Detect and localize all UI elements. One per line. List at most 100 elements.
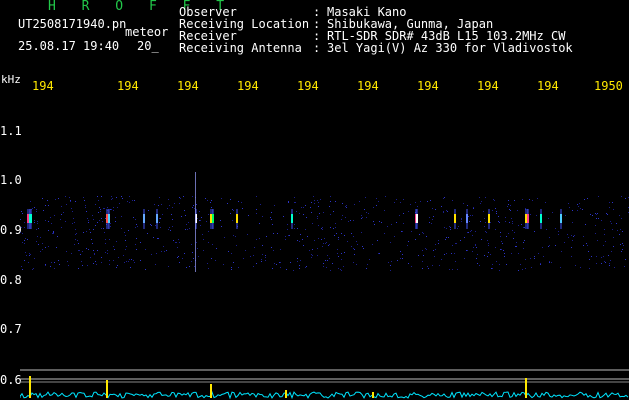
noise-dot [577,210,578,211]
noise-dot [472,215,473,216]
noise-dot [314,203,315,204]
noise-dot [121,196,122,197]
noise-dot [601,263,602,264]
noise-dot [510,205,511,206]
noise-dot [192,196,193,197]
noise-dot [536,215,537,216]
noise-dot [452,245,453,246]
noise-dot [522,199,523,200]
noise-dot [524,227,525,228]
noise-dot [178,239,179,240]
noise-dot [87,218,88,219]
noise-dot [162,214,163,215]
noise-dot [610,260,611,261]
noise-dot [107,207,108,208]
noise-dot [101,257,102,258]
echo-core [236,214,238,223]
noise-dot [134,200,135,201]
noise-dot [330,270,331,271]
noise-dot [32,208,33,209]
noise-dot [132,200,133,201]
noise-dot [408,211,409,212]
noise-dot [323,266,324,267]
noise-dot [107,253,108,254]
noise-dot [208,214,209,215]
noise-dot [345,217,346,218]
noise-dot [609,207,610,208]
noise-dot [76,233,77,234]
noise-dot [236,245,237,246]
noise-dot [33,268,34,269]
noise-dot [518,225,519,226]
antenna-label: Receiving Antenna [179,41,302,55]
noise-dot [25,238,26,239]
noise-dot [601,257,602,258]
noise-dot [385,196,386,197]
noise-dot [305,267,306,268]
noise-dot [491,268,492,269]
noise-dot [177,247,178,248]
noise-dot [435,209,436,210]
noise-dot [113,246,114,247]
noise-dot [450,229,451,230]
noise-dot [473,247,474,248]
noise-dot [105,239,106,240]
noise-dot [231,253,232,254]
noise-dot [181,216,182,217]
echo-core [29,214,32,223]
noise-dot [109,260,110,261]
noise-dot [444,197,445,198]
noise-dot [511,253,512,254]
noise-dot [326,242,327,243]
noise-dot [83,197,84,198]
noise-dot [311,212,312,213]
noise-dot [444,227,445,228]
noise-dot [457,228,458,229]
noise-dot [286,269,287,270]
noise-dot [488,252,489,253]
noise-dot [372,244,373,245]
noise-dot [320,199,321,200]
noise-dot [335,227,336,228]
noise-dot [74,244,75,245]
noise-dot [182,258,183,259]
noise-dot [512,221,513,222]
noise-dot [299,265,300,266]
noise-dot [58,198,59,199]
noise-dot [534,258,535,259]
noise-dot [573,236,574,237]
noise-dot [501,241,502,242]
noise-dot [118,257,119,258]
noise-dot [532,200,533,201]
noise-dot [109,264,110,265]
noise-dot [438,240,439,241]
noise-dot [571,235,572,236]
noise-dot [197,248,198,249]
noise-dot [71,253,72,254]
noise-dot [97,222,98,223]
noise-dot [133,260,134,261]
noise-dot [72,211,73,212]
noise-dot [609,265,610,266]
noise-dot [112,198,113,199]
noise-dot [323,212,324,213]
antenna-colon: : [313,41,321,55]
noise-dot [467,205,468,206]
noise-dot [525,268,526,269]
noise-dot [54,268,55,269]
noise-dot [28,262,29,263]
noise-dot [342,215,343,216]
noise-dot [438,243,439,244]
noise-dot [299,241,300,242]
noise-dot [24,227,25,228]
noise-dot [572,210,573,211]
noise-dot [403,223,404,224]
meteor-echoes [27,172,562,272]
noise-dot [160,227,161,228]
noise-dot [98,212,99,213]
noise-dot [523,227,524,228]
noise-dot [265,255,266,256]
noise-dot [135,227,136,228]
noise-dot [496,213,497,214]
noise-dot [359,201,360,202]
